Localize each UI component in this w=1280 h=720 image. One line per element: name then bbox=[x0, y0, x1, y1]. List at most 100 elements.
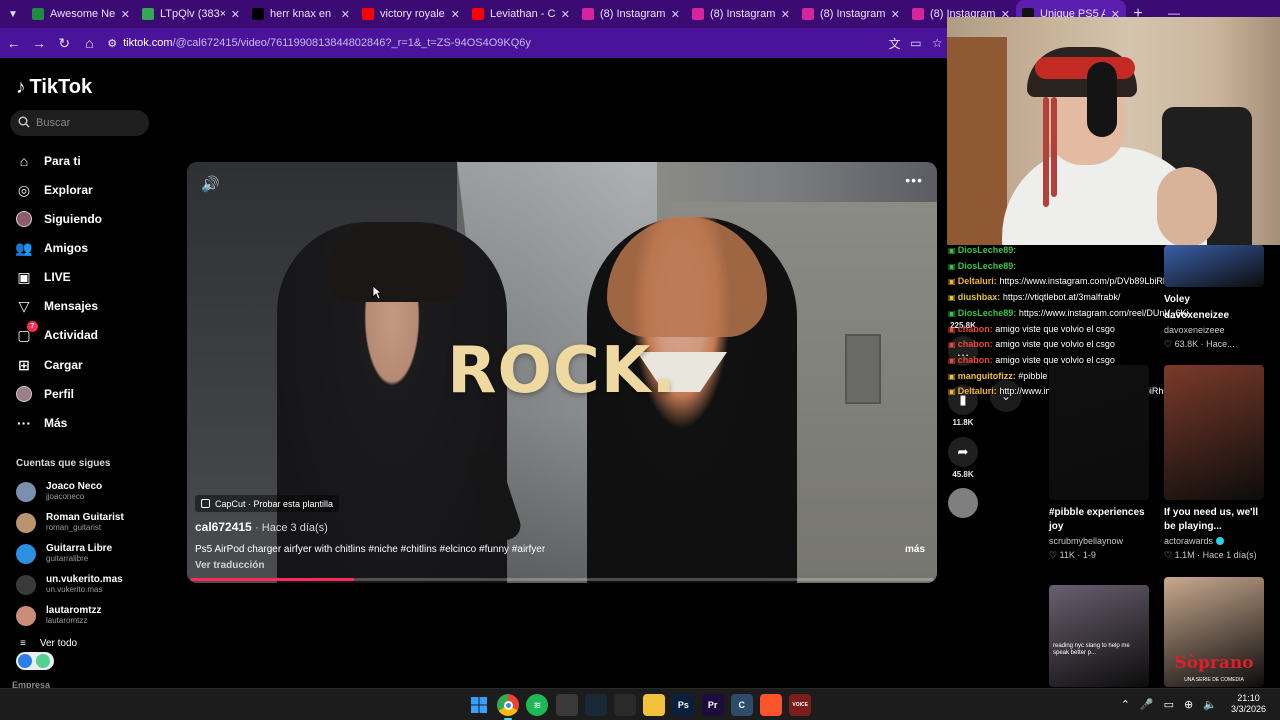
tray-overflow-icon[interactable]: ⌃ bbox=[1121, 698, 1130, 711]
steam-icon[interactable] bbox=[584, 694, 607, 716]
share-action[interactable]: ➦ 45.8K bbox=[948, 437, 978, 479]
feed-username[interactable]: scrubmybellaynow bbox=[1049, 536, 1149, 546]
display-icon[interactable]: ▭ bbox=[1164, 698, 1174, 711]
back-icon[interactable]: ← bbox=[2, 31, 25, 55]
browser-tab[interactable]: herr knax en X: "s ✕ bbox=[246, 0, 356, 28]
caption-more-button[interactable]: más bbox=[905, 544, 925, 555]
sidebar-item-actividad[interactable]: ▢ 7 Actividad bbox=[16, 321, 98, 346]
tab-close-icon[interactable]: ✕ bbox=[891, 8, 900, 21]
browser-tab[interactable]: Leviathan - Chug ✕ bbox=[466, 0, 576, 28]
feed-card[interactable]: #pibble experiences joy scrubmybellaynow ♡… bbox=[1049, 365, 1149, 561]
browser-tab[interactable]: (8) Instagram ✕ bbox=[576, 0, 686, 28]
sidebar-item-live[interactable]: ▣ LIVE bbox=[16, 266, 70, 288]
voicemeeter-icon[interactable]: VOICE bbox=[789, 694, 812, 716]
brave-icon[interactable] bbox=[760, 694, 782, 716]
sidebar-item-perfil[interactable]: Perfil bbox=[16, 383, 74, 405]
browser-tab[interactable]: Awesome New Ta ✕ bbox=[26, 0, 136, 28]
bookmark-star-icon[interactable]: ☆ bbox=[927, 32, 948, 54]
tab-search-icon[interactable]: ▼ bbox=[0, 0, 26, 28]
photoshop-icon[interactable]: Ps bbox=[672, 694, 695, 716]
sound-disc-icon[interactable] bbox=[948, 488, 978, 518]
friends-icon: 👥 bbox=[15, 239, 33, 256]
chat-username: Deltaluri: bbox=[957, 276, 997, 287]
whatsapp-icon[interactable] bbox=[555, 694, 578, 716]
tab-close-icon[interactable]: ✕ bbox=[231, 8, 240, 21]
video-progress-bar[interactable] bbox=[191, 578, 933, 581]
feed-card[interactable]: reading nyc slang to help me speak bette… bbox=[1049, 585, 1149, 687]
tab-close-icon[interactable]: ✕ bbox=[341, 8, 350, 21]
tab-title: herr knax en X: "s bbox=[270, 8, 335, 20]
cast-icon[interactable]: ▭ bbox=[905, 32, 926, 54]
chat-message: ▣ DiosLeche89: https://www.instagram.com… bbox=[948, 306, 1188, 322]
chat-badge-icon: ▣ bbox=[948, 261, 958, 271]
address-bar[interactable]: ⚙ tiktok.com/@cal672415/video/7611990813… bbox=[107, 32, 884, 54]
verified-badge-icon bbox=[1216, 537, 1225, 545]
sound-action[interactable] bbox=[948, 488, 978, 518]
account-handle: jjoaconeco bbox=[46, 492, 85, 501]
share-icon[interactable]: ➦ bbox=[948, 437, 978, 467]
see-translation-button[interactable]: Ver traducción bbox=[195, 560, 264, 571]
chrome-icon[interactable] bbox=[497, 694, 520, 720]
more-options-icon[interactable]: ••• bbox=[905, 172, 923, 188]
browser-tab[interactable]: (8) Instagram ✕ bbox=[796, 0, 906, 28]
microphone-icon[interactable]: 🎤 bbox=[1140, 698, 1154, 711]
translate-icon[interactable]: 文 bbox=[884, 32, 905, 54]
sidebar-item-siguiendo[interactable]: Siguiendo bbox=[16, 208, 102, 230]
feed-title: Voley bbox=[1164, 294, 1190, 305]
feed-thumbnail[interactable] bbox=[1164, 365, 1264, 500]
sidebar-item-para-ti[interactable]: ⌂ Para ti bbox=[16, 150, 81, 172]
feed-card[interactable]: Voley davoxeneizee davoxeneizeee ♡ 63.8K · … bbox=[1164, 245, 1264, 350]
followed-account[interactable]: lautaromtzz lautaromtzz bbox=[16, 605, 102, 626]
sidebar-item-explorar[interactable]: ◎ Explorar bbox=[16, 179, 93, 201]
sidebar-item-mensajes[interactable]: ▽ Mensajes bbox=[16, 295, 98, 317]
tab-close-icon[interactable]: ✕ bbox=[781, 8, 790, 21]
browser-tab[interactable]: LTpQlv (383×686) ✕ bbox=[136, 0, 246, 28]
capcut-template-link[interactable]: CapCut · Probar esta plantilla bbox=[195, 495, 340, 512]
feed-thumbnail[interactable]: Sòprano UNA SERIE DE COMEDIA bbox=[1164, 577, 1264, 687]
feed-thumbnail[interactable] bbox=[1164, 245, 1264, 287]
obs-icon[interactable] bbox=[614, 694, 636, 716]
search-input[interactable]: Buscar bbox=[10, 110, 149, 136]
site-settings-icon[interactable]: ⚙ bbox=[107, 37, 117, 50]
feed-card[interactable]: Sòprano UNA SERIE DE COMEDIA bbox=[1164, 577, 1264, 687]
feed-thumbnail[interactable]: reading nyc slang to help me speak bette… bbox=[1049, 585, 1149, 687]
followed-account[interactable]: Guitarra Libre guitarralibre bbox=[16, 543, 112, 564]
home-button-icon[interactable]: ⌂ bbox=[78, 31, 101, 55]
video-author[interactable]: cal672415 · Hace 3 día(s) bbox=[195, 520, 328, 534]
browser-tab[interactable]: victory royale son ✕ bbox=[356, 0, 466, 28]
feed-username[interactable]: davoxeneizeee bbox=[1164, 325, 1264, 335]
tab-close-icon[interactable]: ✕ bbox=[561, 8, 570, 21]
followed-account[interactable]: Joaco Neco jjoaconeco bbox=[16, 481, 102, 502]
browser-tab[interactable]: (8) Instagram ✕ bbox=[686, 0, 796, 28]
sidebar-item-m-s[interactable]: ··· Más bbox=[16, 412, 67, 434]
video-player[interactable]: ROCK. 🔊 ••• CapCut · Probar esta plantil… bbox=[187, 162, 937, 583]
tab-close-icon[interactable]: ✕ bbox=[121, 8, 130, 21]
sidebar-item-cargar[interactable]: ⊞ Cargar bbox=[16, 354, 83, 376]
feed-card[interactable]: If you need us, we'll be playing... actor… bbox=[1164, 365, 1264, 561]
sidebar-item-amigos[interactable]: 👥 Amigos bbox=[15, 237, 88, 259]
volume-icon[interactable]: 🔊 bbox=[201, 175, 220, 193]
chat-badge-icon: ▣ bbox=[948, 246, 958, 255]
tiktok-logo[interactable]: ♪ TikTok bbox=[16, 76, 92, 99]
followed-account[interactable]: Roman Guitarist roman_guitarist bbox=[16, 512, 124, 533]
chat-text: https://www.instagram.com/reel/DUnV_6KiB… bbox=[1018, 307, 1188, 318]
taskbar-clock[interactable]: 21:10 3/3/2026 bbox=[1231, 693, 1266, 715]
forward-icon[interactable]: → bbox=[27, 31, 50, 55]
floating-extension-pill[interactable] bbox=[16, 652, 54, 670]
followed-account[interactable]: un.vukerito.mas un.vukerito.mas bbox=[16, 574, 123, 595]
tab-close-icon[interactable]: ✕ bbox=[671, 8, 680, 21]
network-icon[interactable]: ⊕ bbox=[1184, 698, 1193, 711]
reload-icon[interactable]: ↻ bbox=[53, 31, 76, 55]
account-handle: lautaromtzz bbox=[46, 616, 88, 625]
premiere-icon[interactable]: Pr bbox=[701, 694, 724, 716]
tab-close-icon[interactable]: ✕ bbox=[451, 8, 460, 21]
file-explorer-icon[interactable] bbox=[643, 694, 666, 716]
feed-thumbnail[interactable] bbox=[1049, 365, 1149, 500]
feed-username[interactable]: actorawards bbox=[1164, 536, 1264, 546]
see-all-button[interactable]: ≡ Ver todo bbox=[20, 638, 77, 649]
ccleaner-icon[interactable]: C bbox=[730, 694, 753, 716]
windows-start-icon[interactable] bbox=[468, 694, 490, 716]
speaker-icon[interactable]: 🔈 bbox=[1203, 698, 1217, 711]
instagram-icon bbox=[582, 8, 594, 20]
spotify-icon[interactable]: ≋ bbox=[526, 694, 549, 716]
